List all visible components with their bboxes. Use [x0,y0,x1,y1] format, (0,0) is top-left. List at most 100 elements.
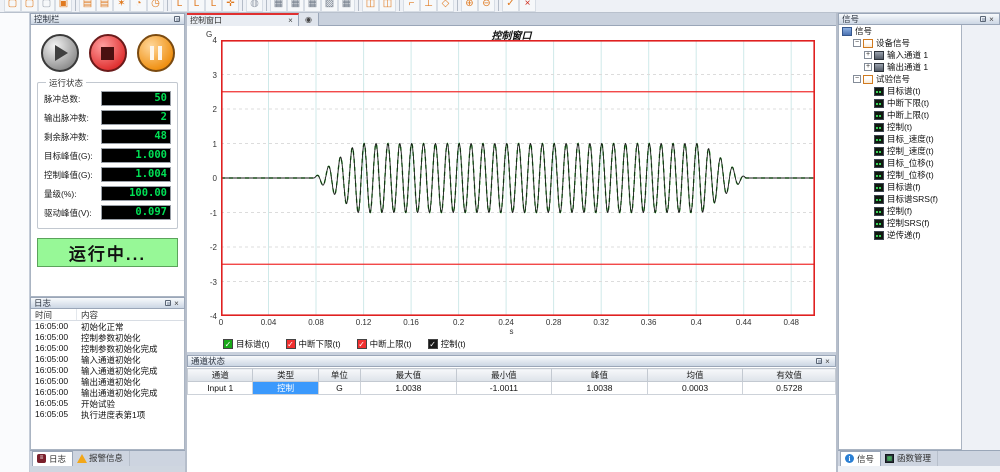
expand-icon[interactable]: + [864,63,872,71]
start-button[interactable] [41,34,79,72]
legend-checkbox[interactable]: ✓ [286,339,296,349]
report-icon[interactable]: ▤ [79,0,96,12]
channel-col-header[interactable]: 单位 [318,369,360,382]
tab-alarm-label: 报警信息 [89,452,123,464]
log-row[interactable]: 16:05:00输入通道初始化 [31,354,184,365]
tree-item[interactable]: 逆传递(f) [839,229,961,241]
tree-item-label: 控制_速度(t) [887,145,934,157]
axis-tool-icon[interactable]: ⊥ [420,0,437,12]
pin-icon[interactable] [172,15,181,24]
channel-col-header[interactable]: 最大值 [361,369,457,382]
log-row[interactable]: 16:05:05开始试验 [31,398,184,409]
expand-icon[interactable]: + [864,51,872,59]
log-row[interactable]: 16:05:05执行进度表第1项 [31,409,184,420]
manual-control-icon[interactable]: ✛ [222,0,239,12]
tree-item[interactable]: 中断下限(t) [839,97,961,109]
layout-grid-icon[interactable]: ▦ [270,0,287,12]
tree-item[interactable]: 目标谱(f) [839,181,961,193]
tree-item[interactable]: +输入通道 1 [839,49,961,61]
tree-item[interactable]: −设备信号 [839,37,961,49]
channel-col-header[interactable]: 峰值 [552,369,648,382]
tree-item[interactable]: 控制(f) [839,205,961,217]
tab-signal[interactable]: i 信号 [840,451,881,466]
tree-item[interactable]: −试验信号 [839,73,961,85]
settings-icon[interactable]: ✶ [113,0,130,12]
log-content: 输出通道初始化完成 [77,387,184,398]
cursor-tool-icon[interactable]: ⌐ [403,0,420,12]
channel-col-header[interactable]: 均值 [647,369,743,382]
log-row[interactable]: 16:05:00输出通道初始化完成 [31,387,184,398]
window-split-h-icon[interactable]: ◫ [362,0,379,12]
web-icon[interactable]: ◍ [246,0,263,12]
legend-item[interactable]: ✓目标谱(t) [223,338,270,350]
channel-col-header[interactable]: 最小值 [456,369,552,382]
legend-item[interactable]: ✓中断上限(t) [357,338,412,350]
channel-col-header[interactable]: 类型 [253,369,318,382]
new-project-icon[interactable]: ▢ [38,0,55,12]
log-row[interactable]: 16:05:00输出通道初始化 [31,376,184,387]
close-icon[interactable]: × [172,299,181,308]
tree-item[interactable]: 目标谱(t) [839,85,961,97]
save-all-icon[interactable]: ▢ [21,0,38,12]
tree-item[interactable]: 中断上限(t) [839,109,961,121]
confirm-icon[interactable]: ✓ [502,0,519,12]
tab-control-window[interactable]: 控制窗口 × [187,13,299,26]
zoom-out-icon[interactable]: ⊖ [478,0,495,12]
print-icon[interactable]: ▤ [96,0,113,12]
screenshot-tab[interactable]: ◉ [299,13,319,26]
legend-checkbox[interactable]: ✓ [223,339,233,349]
log-row[interactable]: 16:05:00控制参数初始化完成 [31,343,184,354]
tab-function-manager[interactable]: ▦ 函数管理 [881,451,938,466]
pin-icon[interactable] [978,15,987,24]
tree-item[interactable]: 控制SRS(f) [839,217,961,229]
tab-log[interactable]: ≡ 日志 [32,451,73,466]
legend-checkbox[interactable]: ✓ [428,339,438,349]
tree-item[interactable]: 目标_位移(t) [839,157,961,169]
collapse-icon[interactable]: − [853,75,861,83]
legend-item[interactable]: ✓控制(t) [428,338,466,350]
center-area: 控制窗口 × ◉ 控制窗口 G 43210-1-2-3-4 00.040.080… [187,13,836,472]
meter-icon[interactable]: ◔ [130,0,147,12]
log-row[interactable]: 16:05:00输入通道初始化完成 [31,365,184,376]
legend-checkbox[interactable]: ✓ [357,339,367,349]
layout-single-icon[interactable]: ▦ [338,0,355,12]
pan-tool-icon[interactable]: ◇ [437,0,454,12]
level-high-icon[interactable]: L [205,0,222,12]
log-row[interactable]: 16:05:00控制参数初始化 [31,332,184,343]
pause-button[interactable] [137,34,175,72]
collapse-icon[interactable]: − [853,39,861,47]
level-low-icon[interactable]: L [171,0,188,12]
close-icon[interactable]: × [286,16,295,25]
layout-mixed-icon[interactable]: ▨ [321,0,338,12]
channel-row[interactable]: Input 1控制G1.0038-1.00111.00380.00030.572… [188,382,836,395]
schedule-icon[interactable]: ◷ [147,0,164,12]
stop-button[interactable] [89,34,127,72]
tree-item[interactable]: 控制_速度(t) [839,145,961,157]
pin-icon[interactable] [814,357,823,366]
import-icon[interactable]: ▣ [55,0,72,12]
layout-rows-icon[interactable]: ▦ [287,0,304,12]
level-mid-icon[interactable]: L [188,0,205,12]
log-row[interactable]: 16:05:00初始化正常 [31,321,184,332]
zoom-in-icon[interactable]: ⊕ [461,0,478,12]
channel-col-header[interactable]: 通道 [188,369,253,382]
legend-item[interactable]: ✓中断下限(t) [286,338,341,350]
layout-cols-icon[interactable]: ▦ [304,0,321,12]
abort-icon[interactable]: × [519,0,536,12]
tree-item[interactable]: 信号 [839,25,961,37]
channel-col-header[interactable]: 有效值 [743,369,836,382]
plot-area[interactable] [221,40,815,316]
window-split-v-icon[interactable]: ◫ [379,0,396,12]
tree-item[interactable]: 目标谱SRS(f) [839,193,961,205]
tree-item[interactable]: +输出通道 1 [839,61,961,73]
tree-item[interactable]: 控制(t) [839,121,961,133]
save-icon[interactable]: ▢ [4,0,21,12]
pin-icon[interactable] [163,299,172,308]
close-icon[interactable]: × [987,15,996,24]
toolbar-separator [399,0,400,11]
tree-item[interactable]: 控制_位移(t) [839,169,961,181]
tab-alarm-info[interactable]: 报警信息 [73,451,130,466]
log-panel: 日志 × 时间 内容 16:05:00初始化正常16:05:00控制参数初始化1… [30,297,185,450]
close-icon[interactable]: × [823,357,832,366]
tree-item[interactable]: 目标_速度(t) [839,133,961,145]
